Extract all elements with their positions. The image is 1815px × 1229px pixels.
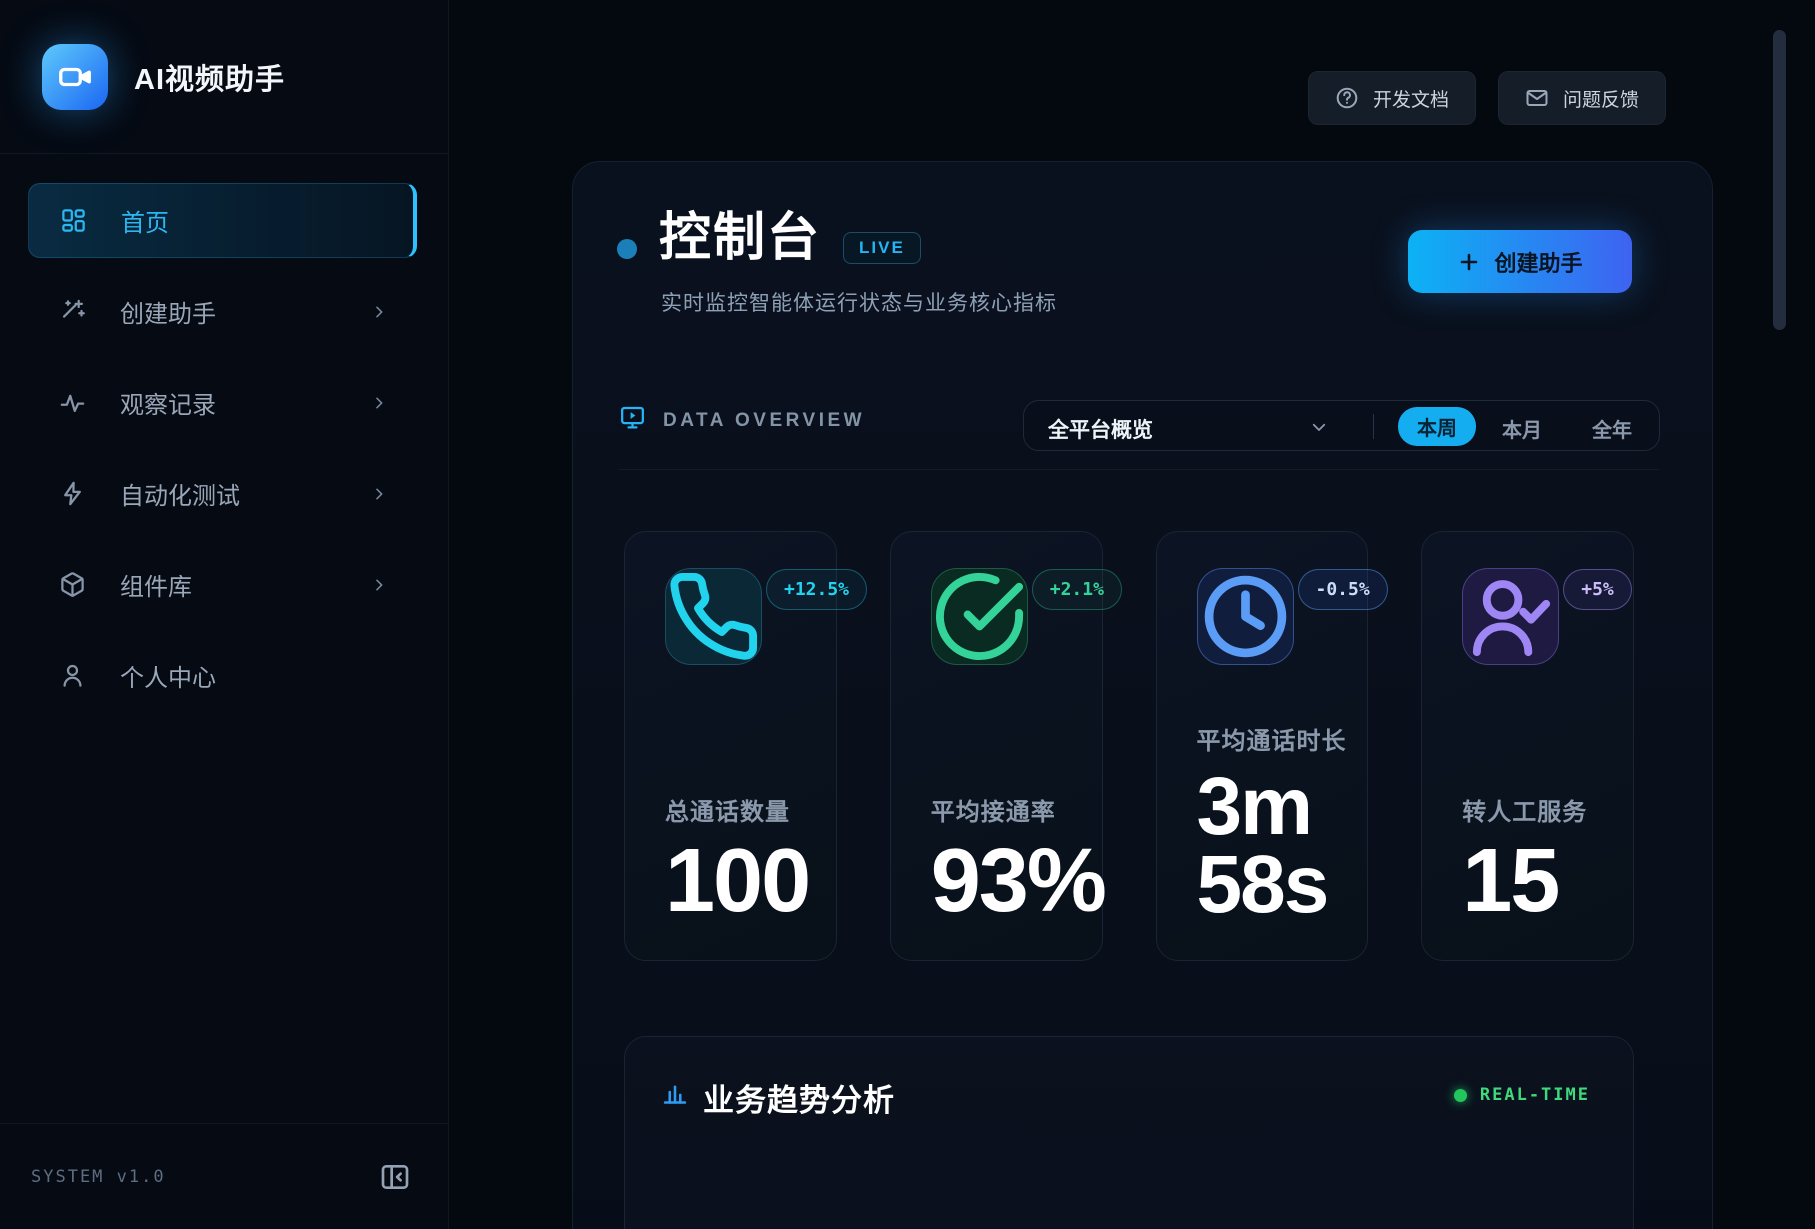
- clock-icon: [1197, 568, 1294, 665]
- chevron-right-icon: [371, 304, 387, 320]
- sidebar-collapse-button[interactable]: [379, 1161, 411, 1193]
- sidebar-item-label: 创建助手: [120, 294, 216, 329]
- video-camera-logo-icon: [42, 44, 108, 110]
- page-subtitle: 实时监控智能体运行状态与业务核心指标: [661, 287, 1057, 317]
- dashboard-grid-icon: [60, 207, 87, 234]
- chevron-right-icon: [371, 486, 387, 502]
- scrollbar-thumb[interactable]: [1773, 30, 1786, 330]
- realtime-indicator: REAL-TIME: [1454, 1085, 1590, 1105]
- console-panel: 控制台 LIVE 实时监控智能体运行状态与业务核心指标 创建助手 DATA OV…: [572, 161, 1713, 1229]
- live-badge: LIVE: [843, 232, 921, 264]
- monitor-play-icon: [619, 404, 646, 431]
- stat-block: 平均通话时长 3m 58s: [1197, 721, 1352, 924]
- stat-label: 平均通话时长: [1197, 721, 1352, 756]
- feedback-label: 问题反馈: [1563, 85, 1639, 112]
- stat-value-line: 58s: [1197, 846, 1352, 924]
- plus-icon: [1457, 250, 1481, 274]
- trend-analysis-card: 业务趋势分析 REAL-TIME: [624, 1036, 1634, 1229]
- overview-filter-bar: 全平台概览 本周 本月 全年: [1023, 400, 1660, 451]
- user-check-icon: [1462, 568, 1559, 665]
- stat-card-avg-duration: -0.5% 平均通话时长 3m 58s: [1156, 531, 1369, 961]
- lightning-bolt-icon: [59, 480, 86, 507]
- sidebar-footer-divider: [0, 1123, 448, 1124]
- stat-value: 15: [1462, 839, 1617, 925]
- dev-docs-button[interactable]: 开发文档: [1308, 71, 1476, 125]
- delta-badge: +12.5%: [766, 569, 867, 610]
- chevron-down-icon[interactable]: [1310, 418, 1328, 436]
- status-dot: [617, 239, 637, 259]
- sidebar-nav: 首页 创建助手 观察记录: [28, 183, 417, 729]
- stat-card-total-calls: +12.5% 总通话数量 100: [624, 531, 837, 961]
- check-circle-icon: [931, 568, 1028, 665]
- chevron-right-icon: [371, 577, 387, 593]
- sidebar-item-label: 观察记录: [120, 385, 216, 420]
- tab-this-year[interactable]: 全年: [1592, 414, 1632, 443]
- bar-chart-icon: [661, 1078, 689, 1106]
- stat-block: 转人工服务 15: [1462, 792, 1617, 925]
- topbar-actions: 开发文档 问题反馈: [1308, 71, 1666, 125]
- cube-box-icon: [59, 571, 86, 598]
- stat-value: 100: [665, 839, 820, 925]
- dev-docs-label: 开发文档: [1373, 85, 1449, 112]
- page-title: 控制台: [659, 210, 821, 267]
- stat-block: 平均接通率 93%: [931, 792, 1086, 925]
- chevron-right-icon: [371, 395, 387, 411]
- trend-title: 业务趋势分析: [703, 1075, 895, 1120]
- section-divider: [619, 469, 1659, 470]
- stat-label: 总通话数量: [665, 792, 820, 827]
- stat-value: 93%: [931, 839, 1086, 925]
- sidebar: AI视频助手 首页: [0, 0, 449, 1229]
- feedback-button[interactable]: 问题反馈: [1498, 71, 1666, 125]
- platform-select[interactable]: 全平台概览: [1048, 414, 1153, 444]
- create-assistant-label: 创建助手: [1494, 246, 1582, 278]
- stat-card-answer-rate: +2.1% 平均接通率 93%: [890, 531, 1103, 961]
- tab-this-month[interactable]: 本月: [1502, 414, 1542, 443]
- user-icon: [59, 662, 86, 689]
- sidebar-item-label: 个人中心: [120, 658, 216, 693]
- activity-pulse-icon: [59, 389, 86, 416]
- stat-label: 转人工服务: [1462, 792, 1617, 827]
- sidebar-item-component-library[interactable]: 组件库: [28, 547, 417, 622]
- green-dot-icon: [1454, 1089, 1467, 1102]
- delta-badge: -0.5%: [1298, 569, 1388, 610]
- app-screen: AI视频助手 首页: [0, 0, 1815, 1229]
- phone-icon: [665, 568, 762, 665]
- sidebar-item-home[interactable]: 首页: [28, 183, 417, 258]
- stat-cards: +12.5% 总通话数量 100 +2.1% 平均接通率 93%: [624, 531, 1634, 961]
- section-label: DATA OVERVIEW: [663, 410, 865, 432]
- sidebar-item-observation-log[interactable]: 观察记录: [28, 365, 417, 440]
- delta-badge: +5%: [1563, 569, 1632, 610]
- system-version-label: SYSTEM v1.0: [31, 1167, 166, 1187]
- mail-icon: [1525, 86, 1549, 110]
- realtime-label: REAL-TIME: [1480, 1085, 1590, 1105]
- stat-label: 平均接通率: [931, 792, 1086, 827]
- stat-card-human-transfer: +5% 转人工服务 15: [1421, 531, 1634, 961]
- sidebar-item-automation-test[interactable]: 自动化测试: [28, 456, 417, 531]
- logo-row: AI视频助手: [0, 0, 448, 154]
- app-title: AI视频助手: [134, 56, 285, 98]
- sidebar-item-personal-center[interactable]: 个人中心: [28, 638, 417, 713]
- sidebar-item-label: 组件库: [120, 567, 192, 602]
- stat-value-line: 3m: [1197, 768, 1352, 846]
- tab-this-week[interactable]: 本周: [1398, 407, 1476, 446]
- magic-wand-icon: [59, 298, 86, 325]
- stat-block: 总通话数量 100: [665, 792, 820, 925]
- sidebar-item-create-assistant[interactable]: 创建助手: [28, 274, 417, 349]
- create-assistant-button[interactable]: 创建助手: [1408, 230, 1632, 293]
- sidebar-item-label: 首页: [121, 203, 169, 238]
- sidebar-item-label: 自动化测试: [120, 476, 240, 511]
- help-circle-icon: [1335, 86, 1359, 110]
- filter-divider: [1373, 414, 1374, 439]
- delta-badge: +2.1%: [1032, 569, 1122, 610]
- stat-value: 3m 58s: [1197, 768, 1352, 924]
